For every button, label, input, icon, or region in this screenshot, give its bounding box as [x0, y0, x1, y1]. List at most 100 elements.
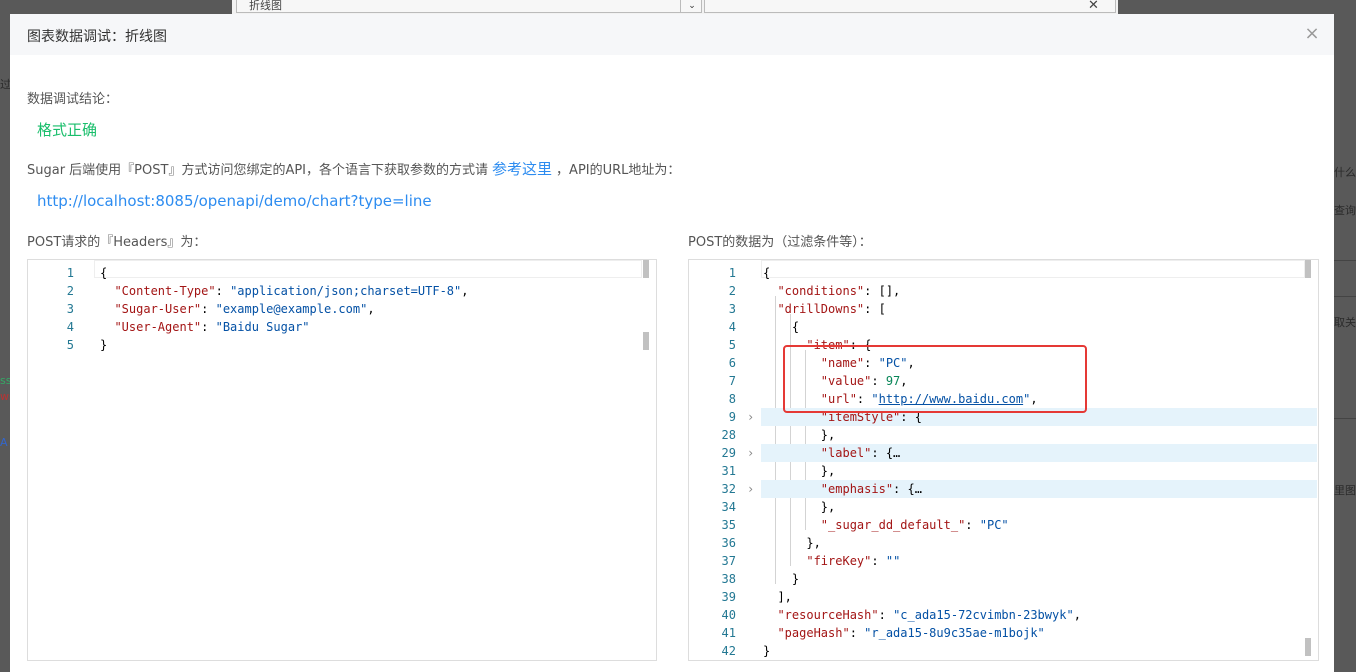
code-token: }, [763, 500, 836, 514]
line-number: 3 [728, 302, 736, 316]
code-token: "Baidu Sugar" [215, 320, 310, 334]
code-text: } [763, 642, 770, 660]
line-number: 39 [721, 590, 736, 604]
code-token: "r_ada15-8u9c35ae-m1bojk" [864, 626, 1045, 640]
close-icon[interactable]: × [1303, 25, 1321, 43]
code-line: 5} [28, 336, 656, 354]
post-body-label: POST的数据为（过滤条件等）： [688, 235, 872, 250]
code-token: : [201, 302, 216, 316]
api-description: Sugar 后端使用『POST』方式访问您绑定的API，各个语言下获取参数的方式… [27, 158, 680, 179]
code-token: "pageHash" [777, 626, 850, 640]
code-text: { [763, 318, 799, 336]
code-text: "emphasis": {… [763, 480, 922, 498]
code-token: } [763, 644, 771, 658]
line-number: 4 [66, 320, 74, 334]
background-right-text: 里图 [1334, 484, 1356, 497]
line-number: 37 [721, 554, 736, 568]
chevron-down-icon: ⌄ [680, 0, 703, 13]
code-text: { [763, 264, 770, 282]
code-token: { [763, 266, 771, 280]
line-number: 1 [66, 266, 74, 280]
code-token: "" [885, 554, 901, 568]
code-token: : [849, 626, 865, 640]
code-token: "emphasis" [820, 482, 894, 496]
code-line: 31 }, [689, 462, 1318, 480]
fold-chevron-icon[interactable]: › [747, 408, 754, 426]
code-token: : [215, 284, 231, 298]
code-line: 36 }, [689, 534, 1318, 552]
code-token: "Content-Type" [114, 284, 216, 298]
line-number: 7 [728, 374, 736, 388]
line-number: 5 [66, 338, 74, 352]
line-number: 31 [721, 464, 736, 478]
code-token: , [367, 302, 375, 316]
background-right-text: 查询 [1334, 204, 1356, 217]
line-number: 36 [721, 536, 736, 550]
line-number: 32 [721, 482, 736, 496]
background-input [704, 0, 1116, 13]
code-token: : [201, 320, 216, 334]
code-line: 1{ [689, 264, 1318, 282]
modal-header: 图表数据调试：折线图 × [10, 14, 1334, 55]
reference-link[interactable]: 参考这里 [492, 160, 552, 178]
chart-data-debug-modal: 图表数据调试：折线图 × 数据调试结论： 格式正确 Sugar 后端使用『POS… [10, 14, 1334, 672]
code-token: "Sugar-User" [114, 302, 202, 316]
headers-label: POST请求的『Headers』为： [27, 235, 207, 250]
code-token: , [1073, 608, 1081, 622]
modal-title: 图表数据调试：折线图 [27, 29, 167, 45]
line-number: 41 [721, 626, 736, 640]
background-right-text: 取关 [1334, 316, 1356, 329]
line-number: 2 [66, 284, 74, 298]
code-token: }, [763, 428, 836, 442]
code-text: "drillDowns": [ [763, 300, 885, 318]
code-line: 2 "conditions": [], [689, 282, 1318, 300]
code-line: 28 }, [689, 426, 1318, 444]
code-line: 3 "Sugar-User": "example@example.com", [28, 300, 656, 318]
conclusion-label: 数据调试结论： [27, 92, 119, 107]
code-token: "fireKey" [806, 554, 872, 568]
code-token: } [763, 572, 800, 586]
headers-code-editor[interactable]: 1{2 "Content-Type": "application/json;ch… [27, 259, 657, 661]
code-text: } [100, 336, 107, 354]
code-text: "pageHash": "r_ada15-8u9c35ae-m1bojk" [763, 624, 1045, 642]
code-text: }, [763, 498, 835, 516]
line-number: 28 [721, 428, 736, 442]
code-token: { [100, 266, 108, 280]
code-token: , [461, 284, 469, 298]
background-divider [1334, 260, 1356, 261]
line-number: 35 [721, 518, 736, 532]
api-url: http://localhost:8085/openapi/demo/chart… [37, 192, 432, 210]
code-token: : {… [871, 446, 901, 460]
post-body-code-editor[interactable]: 1{2 "conditions": [], 3 "drillDowns": [4 … [688, 259, 1319, 661]
fold-chevron-icon[interactable]: › [747, 444, 754, 462]
code-line: 1{ [28, 264, 656, 282]
line-number: 29 [721, 446, 736, 460]
line-number: 1 [728, 266, 736, 280]
code-token: "PC" [979, 518, 1009, 532]
code-text: { [100, 264, 107, 282]
code-text: "fireKey": "" [763, 552, 900, 570]
code-text: "label": {… [763, 444, 900, 462]
code-line: 40 "resourceHash": "c_ada15-72cvimbn-23b… [689, 606, 1318, 624]
code-text: ], [763, 588, 791, 606]
code-line: 4 { [689, 318, 1318, 336]
code-token: : [871, 554, 886, 568]
api-description-text: Sugar 后端使用『POST』方式访问您绑定的API，各个语言下获取参数的方式… [27, 163, 489, 178]
code-line: 4 "User-Agent": "Baidu Sugar" [28, 318, 656, 336]
code-token: "conditions" [777, 284, 865, 298]
code-line: 34 }, [689, 498, 1318, 516]
line-number: 5 [728, 338, 736, 352]
fold-chevron-icon[interactable]: › [747, 480, 754, 498]
background-right-text: 什么 [1334, 166, 1356, 179]
code-text: }, [763, 426, 835, 444]
code-line: 38 } [689, 570, 1318, 588]
code-line: 2 "Content-Type": "application/json;char… [28, 282, 656, 300]
code-token: : [965, 518, 980, 532]
line-number: 2 [728, 284, 736, 298]
close-icon: ✕ [1088, 0, 1099, 13]
